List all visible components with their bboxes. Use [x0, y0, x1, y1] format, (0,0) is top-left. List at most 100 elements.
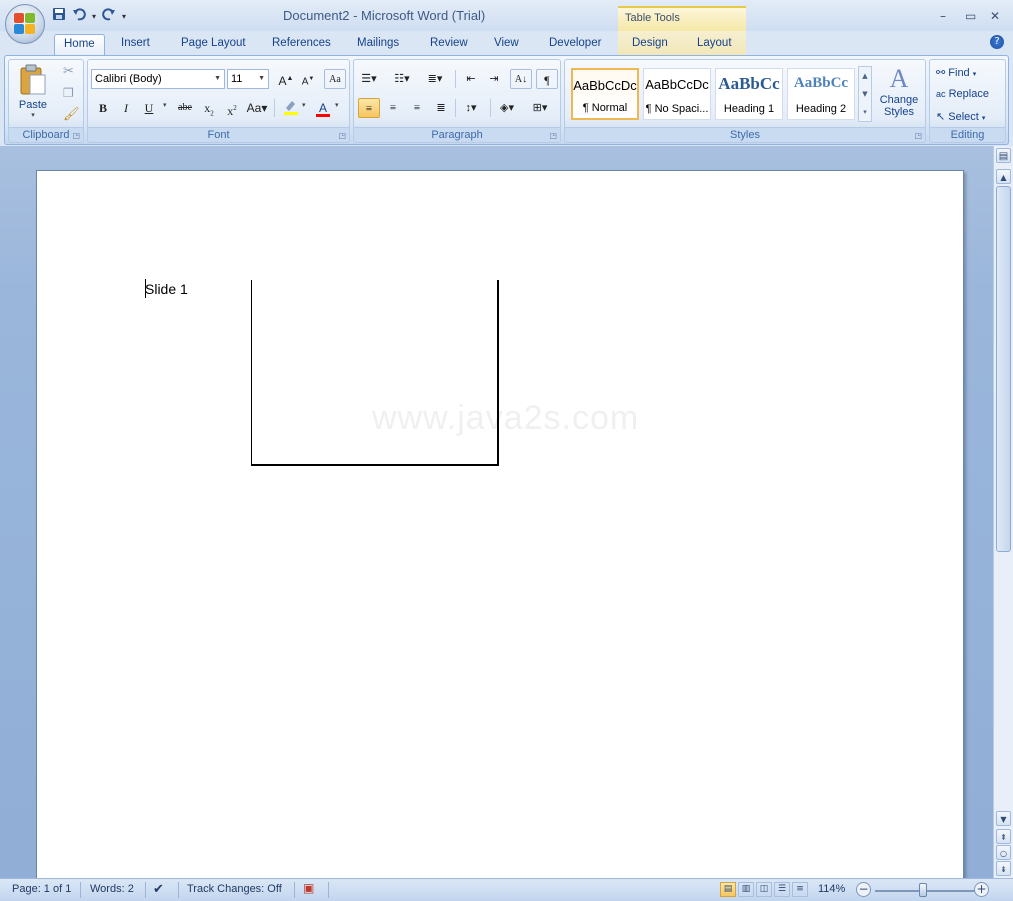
separator	[178, 882, 179, 898]
tab-insert[interactable]: Insert	[121, 37, 150, 49]
change-case-button[interactable]: Aa▾	[246, 98, 268, 118]
scroll-up-icon[interactable]: ▲	[996, 169, 1011, 184]
underline-dropdown-icon[interactable]: ▾	[163, 101, 167, 109]
zoom-in-icon[interactable]: +	[974, 882, 989, 897]
save-icon[interactable]	[52, 7, 66, 26]
scroll-thumb[interactable]	[996, 186, 1011, 552]
proofing-icon[interactable]: ✔	[153, 881, 164, 897]
track-changes-status[interactable]: Track Changes: Off	[187, 883, 282, 895]
paste-dropdown-icon[interactable]: ▾	[17, 111, 49, 119]
select-browse-object-icon[interactable]: ○	[996, 845, 1011, 860]
superscript-button[interactable]: x2	[221, 98, 243, 118]
replace-button[interactable]: ac Replace	[936, 88, 989, 100]
draft-view-icon[interactable]: ≡	[792, 882, 808, 897]
style-heading-2[interactable]: AaBbCc Heading 2	[787, 68, 855, 120]
font-name-combo[interactable]: Calibri (Body) ▼	[91, 69, 225, 89]
macro-recording-icon[interactable]: ▣	[303, 881, 314, 895]
font-color-dropdown-icon[interactable]: ▾	[335, 101, 339, 109]
style-heading-1[interactable]: AaBbCc Heading 1	[715, 68, 783, 120]
show-formatting-marks-icon[interactable]: ¶	[536, 69, 558, 89]
tab-references[interactable]: References	[272, 37, 331, 49]
bold-button[interactable]: B	[92, 98, 114, 118]
scroll-down-icon[interactable]: ▼	[996, 811, 1011, 826]
increase-indent-icon[interactable]: ⇥	[483, 69, 505, 89]
ruler-toggle-icon[interactable]: ▤	[996, 148, 1011, 163]
close-button[interactable]: ✕	[990, 9, 1000, 23]
tab-layout[interactable]: Layout	[697, 37, 732, 49]
undo-icon[interactable]	[72, 7, 86, 26]
strikethrough-button[interactable]: abe	[174, 98, 196, 118]
vertical-scrollbar[interactable]: ▤ ▲ ▼ ⇞ ○ ⇟	[993, 146, 1013, 878]
shading-icon[interactable]: ◈▾	[496, 98, 518, 118]
select-button[interactable]: ↖ Select ▾	[936, 110, 985, 123]
change-styles-button[interactable]: A Change Styles	[875, 64, 923, 124]
paste-button[interactable]: Paste ▾	[17, 64, 49, 119]
maximize-button[interactable]: ▭	[965, 9, 976, 23]
tab-page-layout[interactable]: Page Layout	[181, 37, 246, 49]
paragraph-launcher-icon[interactable]: ◳	[549, 131, 557, 140]
previous-page-icon[interactable]: ⇞	[996, 829, 1011, 844]
sort-icon[interactable]: A↓	[510, 69, 532, 89]
style-no-spacing[interactable]: AaBbCcDc ¶ No Spaci...	[643, 68, 711, 120]
minimize-button[interactable]: –	[940, 9, 946, 23]
align-right-icon[interactable]: ≡	[406, 98, 428, 118]
page-count[interactable]: Page: 1 of 1	[12, 883, 71, 895]
separator	[294, 882, 295, 898]
web-layout-view-icon[interactable]: ◫	[756, 882, 772, 897]
help-icon[interactable]: ?	[990, 35, 1004, 49]
borders-icon[interactable]: ⊞▾	[529, 98, 551, 118]
font-size-combo[interactable]: 11 ▼	[227, 69, 269, 89]
decrease-indent-icon[interactable]: ⇤	[460, 69, 482, 89]
shrink-font-icon[interactable]: A▼	[297, 69, 319, 89]
clipboard-launcher-icon[interactable]: ◳	[72, 131, 80, 140]
highlight-dropdown-icon[interactable]: ▾	[302, 101, 306, 109]
copy-icon[interactable]: ❐	[63, 86, 74, 100]
cut-icon[interactable]: ✂	[63, 64, 74, 79]
undo-dropdown-icon[interactable]: ▾	[92, 12, 96, 21]
multilevel-list-icon[interactable]: ≣▾	[424, 69, 446, 89]
zoom-slider-thumb[interactable]	[919, 883, 927, 897]
clipboard-group: Paste ▾ ✂ ❐ 🖌 Clipboard ◳	[8, 59, 84, 143]
subscript-button[interactable]: x2	[198, 98, 220, 118]
word-count[interactable]: Words: 2	[90, 883, 134, 895]
document-page[interactable]: www.java2s.com Slide 1	[36, 170, 964, 890]
document-area: www.java2s.com Slide 1	[0, 146, 993, 890]
tab-review[interactable]: Review	[430, 37, 468, 49]
justify-icon[interactable]: ≣	[430, 98, 452, 118]
zoom-level[interactable]: 114%	[818, 883, 845, 895]
document-text[interactable]: Slide 1	[145, 281, 188, 297]
tab-design[interactable]: Design	[632, 37, 668, 49]
format-painter-icon[interactable]: 🖌	[63, 107, 80, 122]
outline-view-icon[interactable]: ☰	[774, 882, 790, 897]
styles-launcher-icon[interactable]: ◳	[914, 131, 922, 140]
style-name: Heading 1	[723, 103, 775, 115]
full-screen-reading-view-icon[interactable]: ▥	[738, 882, 754, 897]
office-button[interactable]	[5, 4, 45, 44]
zoom-out-icon[interactable]: −	[856, 882, 871, 897]
clear-formatting-icon[interactable]: Aa	[324, 69, 346, 89]
styles-gallery-scroll[interactable]: ▲ ▼ ▾	[858, 66, 872, 122]
find-button[interactable]: ⚯ Find ▾	[936, 66, 976, 79]
font-launcher-icon[interactable]: ◳	[338, 131, 346, 140]
bullets-icon[interactable]: ☰▾	[358, 69, 380, 89]
tab-mailings[interactable]: Mailings	[357, 37, 399, 49]
tab-home[interactable]: Home	[54, 34, 105, 56]
tab-view[interactable]: View	[494, 37, 519, 49]
styles-group-label: Styles	[565, 127, 925, 141]
numbering-icon[interactable]: ☷▾	[391, 69, 413, 89]
underline-button[interactable]: U	[138, 98, 160, 118]
grow-font-icon[interactable]: A▲	[275, 69, 297, 89]
highlight-color-icon[interactable]	[280, 98, 302, 118]
customize-qat-icon[interactable]: ▾	[122, 12, 126, 21]
font-color-icon[interactable]: A	[312, 98, 334, 118]
align-center-icon[interactable]: ≡	[382, 98, 404, 118]
next-page-icon[interactable]: ⇟	[996, 861, 1011, 876]
style-normal[interactable]: AaBbCcDc ¶ Normal	[571, 68, 639, 120]
italic-button[interactable]: I	[115, 98, 137, 118]
print-layout-view-icon[interactable]: ▤	[720, 882, 736, 897]
line-spacing-icon[interactable]: ↕▾	[460, 98, 482, 118]
align-left-icon[interactable]: ≡	[358, 98, 380, 118]
redo-icon[interactable]	[102, 7, 116, 26]
document-table[interactable]	[251, 280, 499, 466]
tab-developer[interactable]: Developer	[549, 37, 601, 49]
